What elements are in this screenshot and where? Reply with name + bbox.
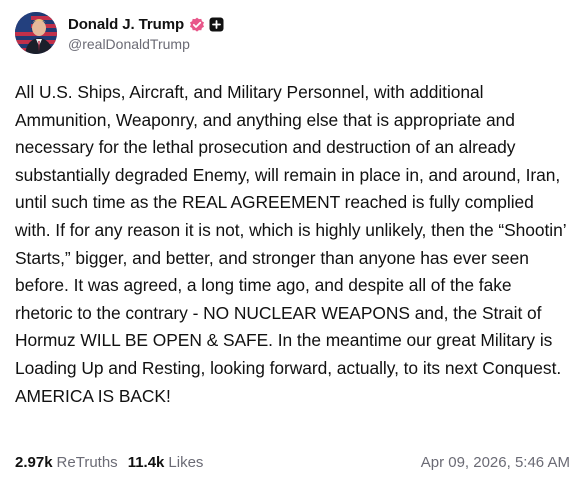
post-timestamp[interactable]: Apr 09, 2026, 5:46 AM [421,454,570,471]
author-name-row: Donald J. Trump [68,15,224,35]
post-header: Donald J. Trump @realDonaldTrump [15,11,224,55]
likes-stat[interactable]: 11.4k Likes [128,454,204,471]
post-body-text: All U.S. Ships, Aircraft, and Military P… [15,82,566,406]
author-names: Donald J. Trump @realDonaldTrump [68,15,224,52]
likes-count: 11.4k [127,453,165,471]
verified-check-icon [189,17,205,33]
post-footer: 2.97k ReTruths 11.4k Likes Apr 09, 2026,… [15,450,570,474]
author-handle[interactable]: @realDonaldTrump [68,36,224,52]
retruths-label: ReTruths [56,453,118,471]
avatar[interactable] [15,12,57,54]
retruths-count: 2.97k [15,453,53,471]
plus-square-icon [209,17,224,32]
likes-label: Likes [168,453,204,471]
post-card: Donald J. Trump @realDonaldTrump All U.S… [0,0,582,482]
author-display-name[interactable]: Donald J. Trump [68,16,184,33]
retruths-stat[interactable]: 2.97k ReTruths [15,454,118,471]
